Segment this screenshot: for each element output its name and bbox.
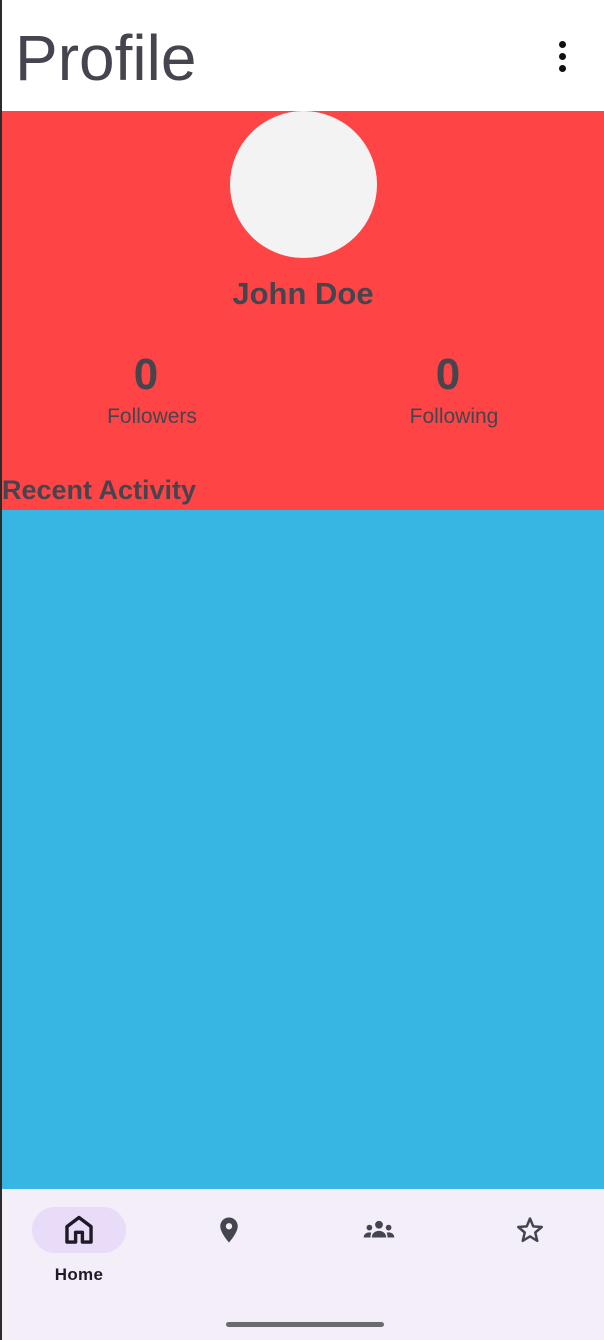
recent-activity-title: Recent Activity (2, 475, 197, 505)
more-vert-icon-dot (558, 64, 566, 72)
home-icon (65, 1215, 93, 1244)
nav-icon-container (332, 1207, 426, 1253)
more-vert-icon (558, 40, 566, 48)
nav-icon-container (483, 1207, 577, 1253)
avatar[interactable] (230, 111, 377, 258)
more-options-button[interactable] (548, 34, 576, 78)
recent-activity-list[interactable] (2, 510, 604, 1189)
nav-item-groups[interactable] (304, 1207, 454, 1297)
followers-label: Followers (107, 405, 197, 428)
profile-screen: Profile John Doe 0 Followers 0 Following… (0, 0, 604, 1340)
more-vert-icon-dot (558, 52, 566, 60)
nav-item-location[interactable] (154, 1207, 304, 1297)
nav-item-favorites[interactable] (455, 1207, 604, 1297)
nav-label-home: Home (54, 1265, 104, 1284)
followers-stat[interactable]: 0 Followers (52, 349, 252, 431)
gesture-navigation-bar[interactable] (226, 1322, 384, 1327)
groups-icon (363, 1220, 395, 1238)
nav-active-indicator (32, 1207, 126, 1253)
nav-icon-container (182, 1207, 276, 1253)
user-name: John Doe (232, 276, 374, 311)
following-label: Following (409, 405, 499, 428)
location-pin-icon (220, 1217, 238, 1243)
star-icon (517, 1217, 543, 1243)
bottom-navigation-bar: Home (2, 1189, 604, 1340)
profile-header: John Doe 0 Followers 0 Following Recent … (2, 111, 604, 510)
app-bar: Profile (2, 0, 604, 111)
page-title: Profile (15, 22, 197, 94)
following-stat[interactable]: 0 Following (354, 349, 554, 431)
followers-count: 0 (133, 350, 159, 399)
following-count: 0 (435, 350, 461, 399)
nav-item-home[interactable]: Home (4, 1207, 154, 1297)
